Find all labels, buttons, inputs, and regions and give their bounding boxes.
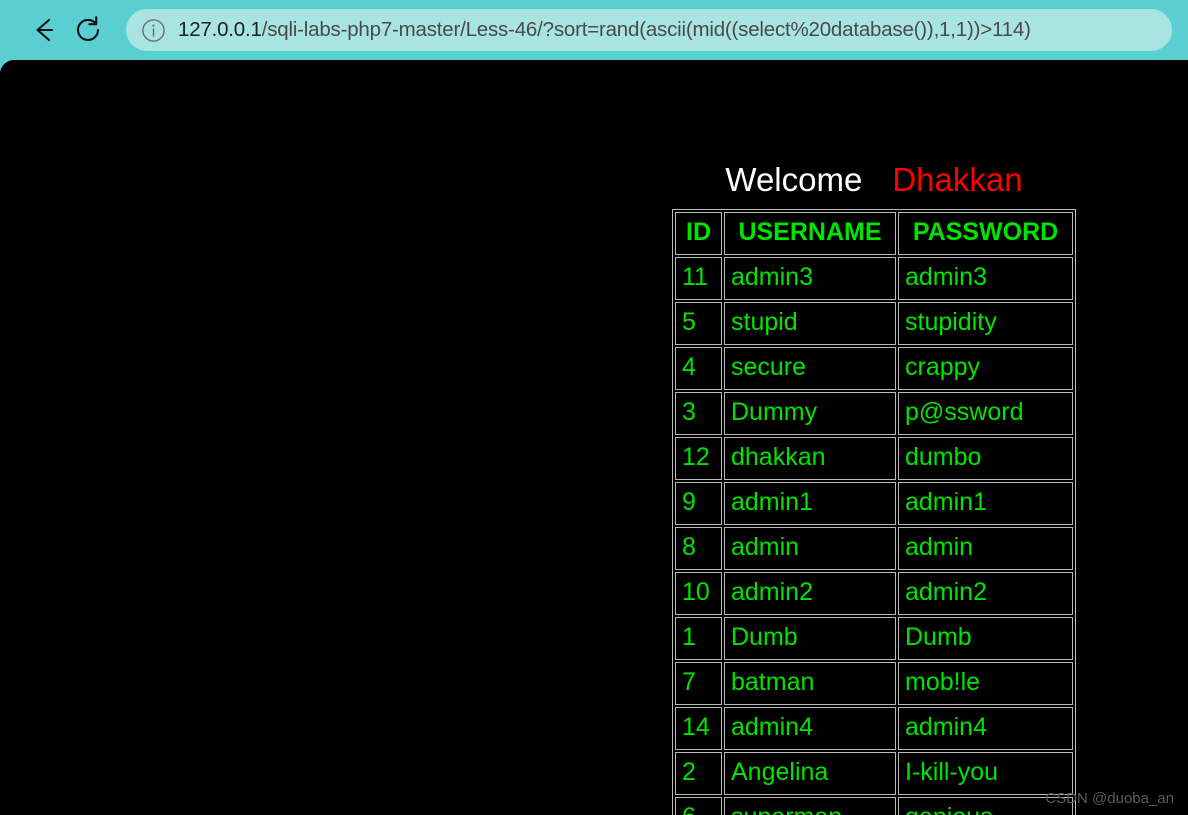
url-display: 127.0.0.1/sqli-labs-php7-master/Less-46/… [178, 18, 1031, 42]
table-row: 7 batman mob!le [675, 662, 1073, 705]
cell-id: 4 [675, 347, 722, 390]
table-row: 2 Angelina I-kill-you [675, 752, 1073, 795]
table-row: 8 admin admin [675, 527, 1073, 570]
cell-username: Dummy [724, 392, 896, 435]
cell-password: I-kill-you [898, 752, 1073, 795]
cell-password: mob!le [898, 662, 1073, 705]
cell-username: admin4 [724, 707, 896, 750]
cell-password: admin4 [898, 707, 1073, 750]
cell-password: dumbo [898, 437, 1073, 480]
cell-username: Angelina [724, 752, 896, 795]
table-row: 14 admin4 admin4 [675, 707, 1073, 750]
page-viewport: Welcome Dhakkan ID USERNAME PASSWORD 11 a… [0, 60, 1188, 815]
url-host: 127.0.0.1 [178, 18, 262, 41]
table-header-row: ID USERNAME PASSWORD [675, 212, 1073, 255]
cell-password: Dumb [898, 617, 1073, 660]
back-arrow-icon [27, 13, 61, 47]
table-row: 4 secure crappy [675, 347, 1073, 390]
cell-id: 7 [675, 662, 722, 705]
cell-password: admin2 [898, 572, 1073, 615]
cell-password: admin3 [898, 257, 1073, 300]
cell-password: stupidity [898, 302, 1073, 345]
welcome-username: Dhakkan [892, 161, 1023, 198]
address-bar[interactable]: 127.0.0.1/sqli-labs-php7-master/Less-46/… [126, 9, 1172, 51]
cell-username: admin3 [724, 257, 896, 300]
sqli-labs-result-page: Welcome Dhakkan ID USERNAME PASSWORD 11 a… [0, 60, 1188, 815]
cell-id: 8 [675, 527, 722, 570]
cell-username: admin2 [724, 572, 896, 615]
table-body: 11 admin3 admin3 5 stupid stupidity 4 se… [675, 257, 1073, 815]
table-row: 12 dhakkan dumbo [675, 437, 1073, 480]
table-row: 3 Dummy p@ssword [675, 392, 1073, 435]
cell-username: Dumb [724, 617, 896, 660]
cell-id: 1 [675, 617, 722, 660]
cell-username: admin1 [724, 482, 896, 525]
cell-username: secure [724, 347, 896, 390]
url-path: /sqli-labs-php7-master/Less-46/?sort=ran… [261, 18, 1031, 41]
cell-id: 2 [675, 752, 722, 795]
cell-password: p@ssword [898, 392, 1073, 435]
cell-id: 5 [675, 302, 722, 345]
cell-id: 11 [675, 257, 722, 300]
info-circle-icon[interactable] [140, 17, 166, 43]
cell-id: 10 [675, 572, 722, 615]
cell-username: admin [724, 527, 896, 570]
cell-password: admin1 [898, 482, 1073, 525]
welcome-heading: Welcome Dhakkan [672, 160, 1076, 200]
cell-password: crappy [898, 347, 1073, 390]
column-header-password: PASSWORD [898, 212, 1073, 255]
table-row: 5 stupid stupidity [675, 302, 1073, 345]
table-row: 1 Dumb Dumb [675, 617, 1073, 660]
table-row: 9 admin1 admin1 [675, 482, 1073, 525]
reload-button[interactable] [66, 8, 110, 52]
users-table: ID USERNAME PASSWORD 11 admin3 admin3 5 … [672, 209, 1076, 815]
cell-password: admin [898, 527, 1073, 570]
cell-username: stupid [724, 302, 896, 345]
table-row: 10 admin2 admin2 [675, 572, 1073, 615]
cell-id: 6 [675, 797, 722, 815]
browser-toolbar: 127.0.0.1/sqli-labs-php7-master/Less-46/… [0, 0, 1188, 60]
column-header-username: USERNAME [724, 212, 896, 255]
column-header-id: ID [675, 212, 722, 255]
cell-id: 9 [675, 482, 722, 525]
back-button[interactable] [22, 8, 66, 52]
cell-username: dhakkan [724, 437, 896, 480]
cell-id: 14 [675, 707, 722, 750]
watermark-text: CSDN @duoba_an [1045, 790, 1174, 807]
welcome-text: Welcome [725, 161, 863, 198]
cell-username: superman [724, 797, 896, 815]
table-row: 11 admin3 admin3 [675, 257, 1073, 300]
cell-username: batman [724, 662, 896, 705]
cell-id: 12 [675, 437, 722, 480]
cell-id: 3 [675, 392, 722, 435]
table-row: 6 superman genious [675, 797, 1073, 815]
reload-icon [72, 14, 104, 46]
